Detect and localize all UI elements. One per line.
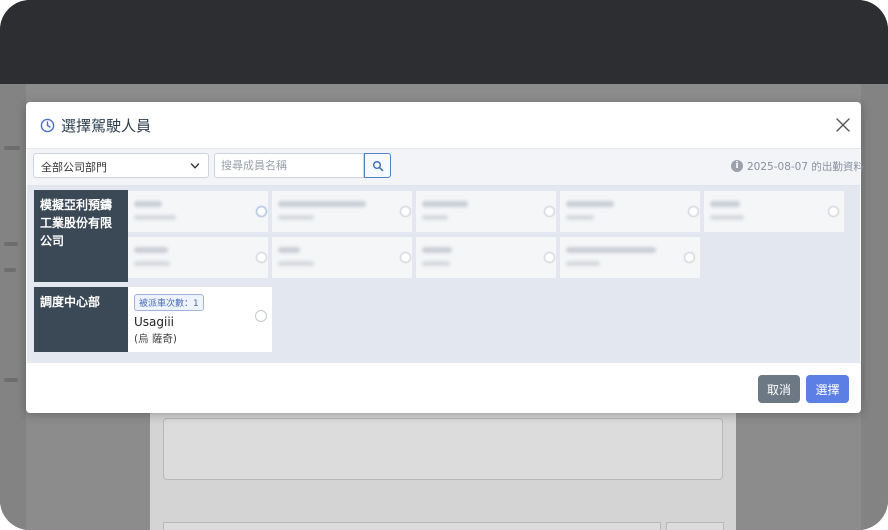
confirm-select-button[interactable]: 選擇 <box>806 375 849 403</box>
app-frame: 選擇駕駛人員 全部公司部門 i 2025-08-07 的出勤資料 <box>0 0 888 530</box>
member-name-blurred <box>422 247 452 253</box>
radio-button[interactable] <box>828 206 839 217</box>
department-select[interactable]: 全部公司部門 <box>33 153 209 178</box>
member-sub-blurred <box>422 215 448 220</box>
background-right-edge <box>861 84 888 530</box>
department-select-value: 全部公司部門 <box>41 161 107 174</box>
chevron-down-icon <box>190 163 200 169</box>
search-icon <box>373 161 384 172</box>
member-name-blurred <box>278 201 366 207</box>
background-sidebar <box>0 84 26 530</box>
dispatch-count-badge: 被派車次數：1 <box>134 294 204 311</box>
background-text <box>4 242 18 246</box>
member-name-blurred <box>134 247 168 253</box>
close-icon[interactable] <box>836 118 850 132</box>
member-card[interactable] <box>256 237 412 278</box>
info-icon: i <box>731 160 743 172</box>
member-sub-blurred <box>566 215 594 220</box>
radio-button[interactable] <box>544 252 555 263</box>
member-name-blurred <box>710 201 740 207</box>
cancel-button[interactable]: 取消 <box>758 375 800 403</box>
background-input <box>163 522 661 530</box>
attendance-date-info: 2025-08-07 的出勤資料 <box>747 161 864 173</box>
member-card[interactable] <box>544 237 700 278</box>
background-text <box>4 378 18 382</box>
member-sub-blurred <box>134 215 176 220</box>
member-name-blurred <box>422 201 468 207</box>
radio-button[interactable] <box>256 252 267 263</box>
member-card[interactable] <box>128 237 268 278</box>
group-label-company: 模擬亞利預鑄工業股份有限公司 <box>34 190 128 282</box>
member-sub-blurred <box>422 261 450 266</box>
member-card[interactable] <box>400 191 556 232</box>
background-button <box>666 522 724 530</box>
top-bar <box>0 0 888 84</box>
radio-button[interactable] <box>400 206 411 217</box>
member-sub-blurred <box>134 261 170 266</box>
member-name: Usagiii <box>134 315 175 329</box>
group-label-dispatch-center: 調度中心部 <box>34 287 128 352</box>
modal-footer: 取消 選擇 <box>26 362 861 413</box>
radio-button[interactable] <box>684 252 695 263</box>
member-name-blurred <box>134 201 162 207</box>
radio-button[interactable] <box>688 206 699 217</box>
member-search-input[interactable] <box>214 153 364 178</box>
member-card[interactable] <box>256 191 412 232</box>
member-card[interactable] <box>128 191 268 232</box>
member-name-blurred <box>566 201 614 207</box>
background-text <box>4 268 16 272</box>
member-sub-blurred <box>278 261 314 266</box>
member-card[interactable] <box>544 191 700 232</box>
radio-button[interactable] <box>256 206 267 217</box>
background-textarea <box>163 418 723 480</box>
filter-toolbar: 全部公司部門 i 2025-08-07 的出勤資料 <box>27 149 864 186</box>
member-list: 模擬亞利預鑄工業股份有限公司 調度中心部 被派車次數：1 Usagiii (烏 … <box>27 186 860 362</box>
modal-header: 選擇駕駛人員 <box>26 102 861 149</box>
select-driver-modal: 選擇駕駛人員 全部公司部門 i 2025-08-07 的出勤資料 <box>26 102 864 413</box>
radio-button[interactable] <box>400 252 411 263</box>
modal-title: 選擇駕駛人員 <box>61 117 152 135</box>
member-sub-blurred <box>710 215 744 220</box>
member-card[interactable] <box>688 191 844 232</box>
member-sub-blurred <box>566 261 600 266</box>
member-alias: (烏 薩奇) <box>134 333 178 345</box>
member-name-blurred <box>566 247 656 253</box>
search-button[interactable] <box>364 153 391 178</box>
member-card[interactable] <box>400 237 556 278</box>
clock-icon <box>40 118 55 133</box>
member-card-usagiii[interactable]: 被派車次數：1 Usagiii (烏 薩奇) <box>128 287 272 352</box>
member-name-blurred <box>278 247 300 253</box>
radio-button[interactable] <box>544 206 555 217</box>
radio-button[interactable] <box>255 310 267 322</box>
background-text <box>4 146 20 150</box>
member-sub-blurred <box>278 215 314 220</box>
